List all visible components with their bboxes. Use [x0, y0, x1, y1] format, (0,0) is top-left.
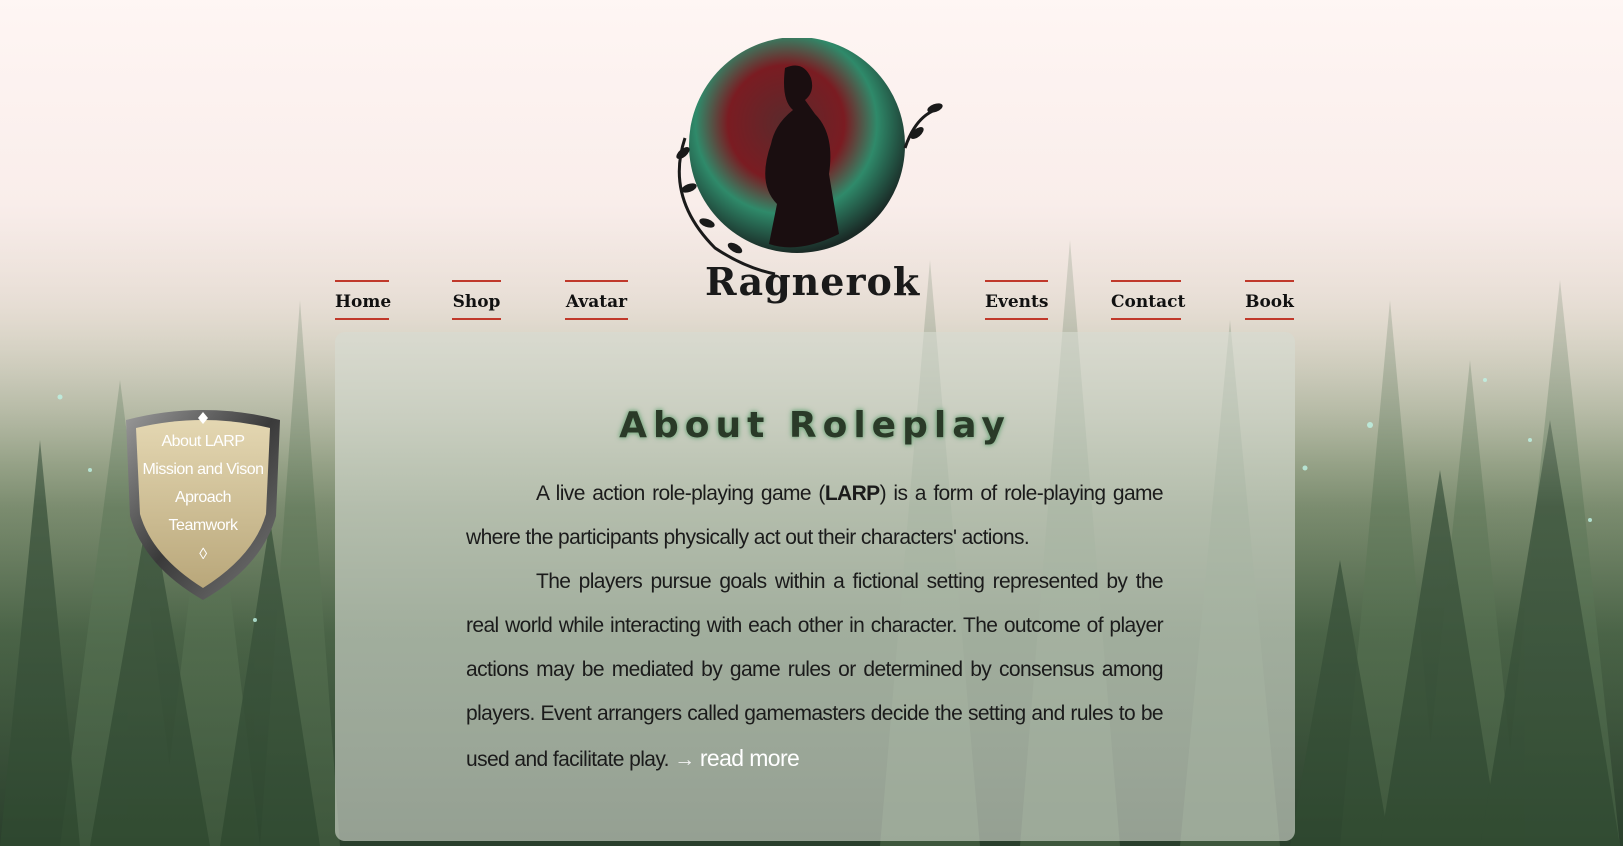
article-body: A live action role-playing game (LARP) i… — [466, 472, 1164, 782]
nav-avatar[interactable]: Avatar — [565, 280, 628, 320]
p1-text: A live action role-playing game ( — [536, 482, 825, 505]
read-more-link[interactable]: read more — [700, 745, 800, 771]
article-paragraph-2: The players pursue goals within a fictio… — [466, 560, 1164, 782]
nav-book[interactable]: Book — [1245, 280, 1294, 320]
nav-shop[interactable]: Shop — [452, 280, 501, 320]
page-title: About Roleplay — [619, 405, 1011, 446]
nav-home[interactable]: Home — [335, 280, 391, 320]
side-menu-mission[interactable]: Mission and Vison — [132, 456, 274, 484]
brand-name: Ragnerok — [705, 259, 921, 304]
p2-text: The players pursue goals within a fictio… — [466, 570, 1164, 771]
side-menu-about-larp[interactable]: About LARP — [132, 428, 274, 456]
arrow-icon: → — [674, 748, 695, 771]
diamond-icon: ◊ — [199, 546, 207, 563]
side-menu: About LARP Mission and Vison Aproach Tea… — [132, 428, 274, 570]
article-paragraph-1: A live action role-playing game (LARP) i… — [466, 472, 1164, 560]
side-menu-approach[interactable]: Aproach — [132, 484, 274, 512]
side-menu-teamwork[interactable]: Teamwork — [132, 512, 274, 540]
nav-events[interactable]: Events — [985, 280, 1048, 320]
larp-term: LARP — [824, 482, 880, 505]
nav-contact[interactable]: Contact — [1111, 280, 1185, 320]
